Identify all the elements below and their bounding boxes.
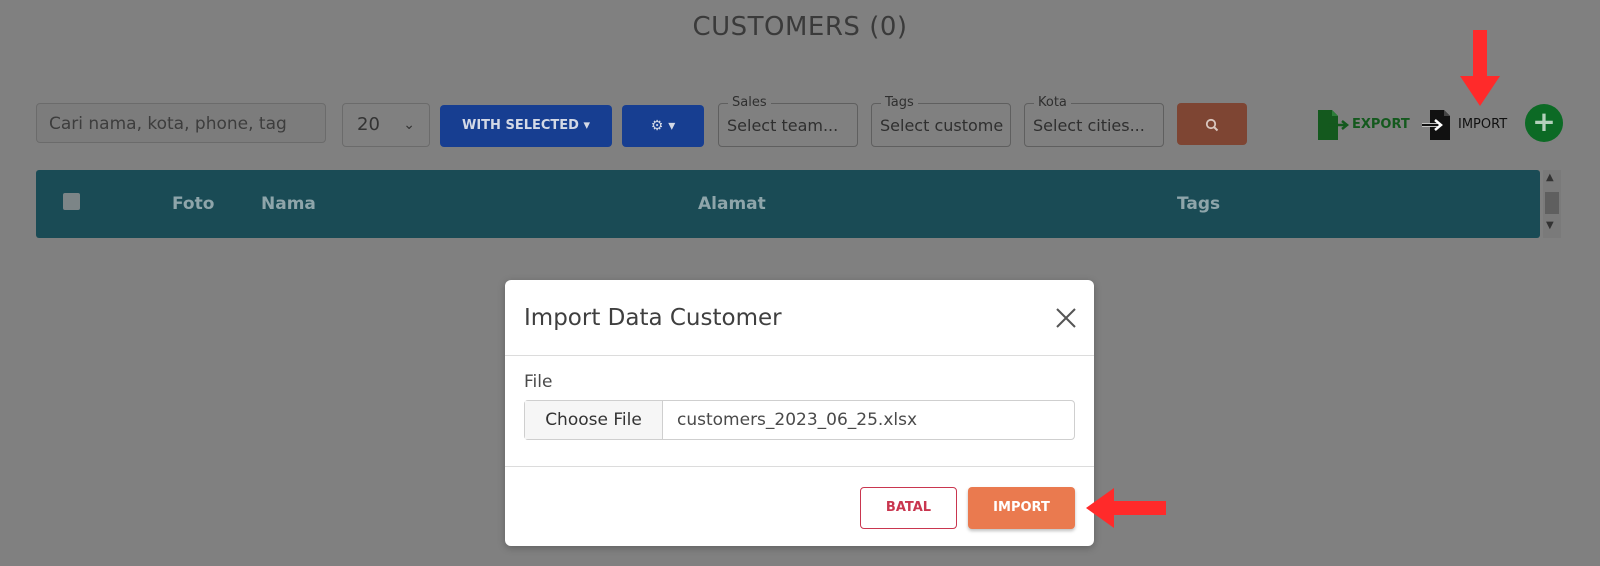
export-file-icon <box>1318 110 1350 140</box>
file-input[interactable]: Choose File customers_2023_06_25.xlsx <box>524 400 1075 440</box>
kota-filter[interactable]: Kota Select cities... <box>1024 95 1164 147</box>
kota-filter-value: Select cities... <box>1033 116 1145 135</box>
per-page-value: 20 <box>357 114 380 135</box>
scroll-up-icon[interactable]: ▲ <box>1546 172 1554 183</box>
import-toolbar-label: IMPORT <box>1458 117 1508 132</box>
table-scrollbar[interactable]: ▲ ▼ <box>1543 170 1561 238</box>
page-title: CUSTOMERS (0) <box>692 12 908 42</box>
settings-button[interactable]: ⚙ ▾ <box>622 105 704 147</box>
scrollbar-thumb[interactable] <box>1545 192 1559 214</box>
modal-title: Import Data Customer <box>524 305 782 331</box>
search-button[interactable] <box>1177 103 1247 145</box>
column-foto[interactable]: Foto <box>172 170 214 238</box>
modal-body: File Choose File customers_2023_06_25.xl… <box>505 356 1094 446</box>
cancel-button[interactable]: BATAL <box>860 487 957 529</box>
import-toolbar-button[interactable]: IMPORT <box>1420 108 1507 142</box>
sales-filter[interactable]: Sales Select team... <box>718 95 858 147</box>
tags-filter[interactable]: Tags Select custome <box>871 95 1011 147</box>
column-nama[interactable]: Nama <box>261 170 316 238</box>
choose-file-button[interactable]: Choose File <box>525 401 663 439</box>
import-submit-button[interactable]: IMPORT <box>968 487 1075 529</box>
tags-filter-value: Select custome <box>880 116 1004 135</box>
toolbar: Cari nama, kota, phone, tag 20 ⌄ WITH SE… <box>0 95 1600 150</box>
modal-footer: BATAL IMPORT <box>505 466 1094 546</box>
search-icon <box>1205 118 1219 131</box>
annotation-arrow-left-icon <box>1086 488 1166 528</box>
import-file-icon <box>1422 110 1450 140</box>
column-tags[interactable]: Tags <box>1177 170 1220 238</box>
with-selected-button[interactable]: WITH SELECTED ▾ <box>440 105 612 147</box>
export-button[interactable]: EXPORT <box>1316 108 1410 142</box>
selected-file-name: customers_2023_06_25.xlsx <box>677 410 918 430</box>
select-all-checkbox[interactable] <box>63 193 80 210</box>
per-page-select[interactable]: 20 ⌄ <box>342 103 430 147</box>
add-customer-button[interactable]: + <box>1525 104 1563 142</box>
close-icon[interactable] <box>1054 306 1078 330</box>
annotation-arrow-down-icon <box>1460 30 1500 106</box>
sales-filter-value: Select team... <box>727 116 839 135</box>
file-field-label: File <box>524 372 553 392</box>
scroll-down-icon[interactable]: ▼ <box>1546 220 1554 231</box>
column-alamat[interactable]: Alamat <box>698 170 766 238</box>
table-header: Foto Nama Alamat Tags <box>36 170 1540 238</box>
export-label: EXPORT <box>1352 117 1410 132</box>
chevron-down-icon: ⌄ <box>403 117 415 133</box>
search-input[interactable]: Cari nama, kota, phone, tag <box>36 103 326 143</box>
modal-header: Import Data Customer <box>505 280 1094 356</box>
import-modal: Import Data Customer File Choose File cu… <box>505 280 1094 546</box>
